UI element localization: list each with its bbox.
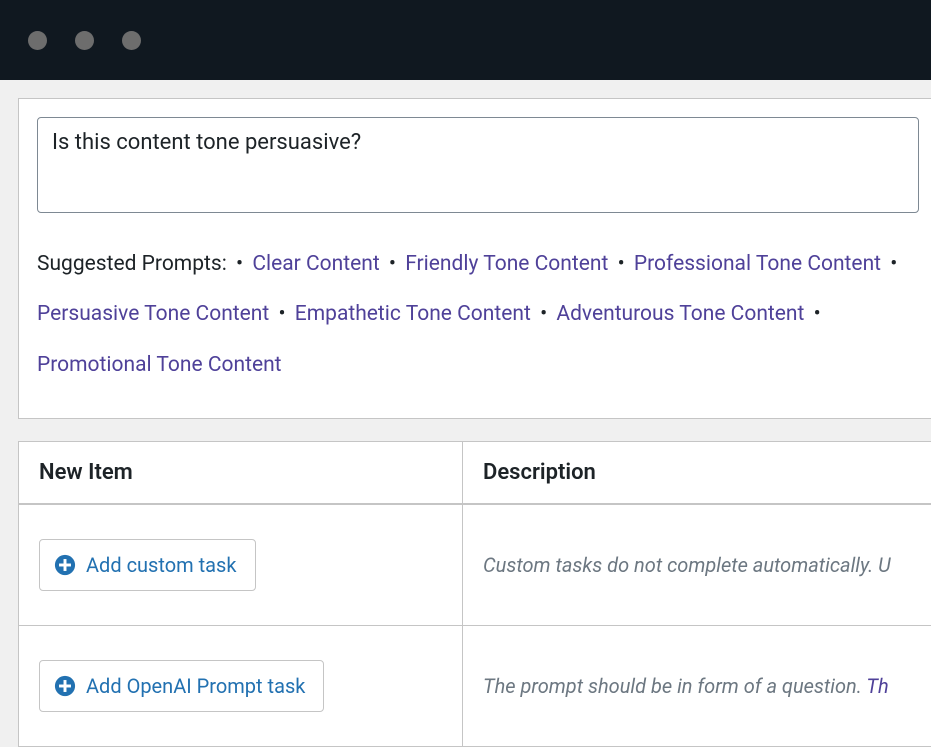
button-label: Add custom task <box>86 553 237 577</box>
prompt-panel: Suggested Prompts: • Clear Content • Fri… <box>18 98 931 419</box>
window-dot <box>28 31 47 50</box>
prompt-link[interactable]: Friendly Tone Content <box>405 252 608 276</box>
plus-circle-icon <box>54 554 76 576</box>
plus-circle-icon <box>54 675 76 697</box>
table-header-row: New Item Description <box>19 442 931 505</box>
bullet: • <box>236 252 248 276</box>
table-cell-description: The prompt should be in form of a questi… <box>463 626 931 746</box>
tasks-table: New Item Description Add custom task Cus… <box>18 441 931 747</box>
suggested-label: Suggested Prompts: <box>37 252 227 276</box>
bullet: • <box>389 252 401 276</box>
table-header-new-item: New Item <box>19 442 463 504</box>
bullet: • <box>279 302 291 326</box>
window-titlebar <box>0 0 931 80</box>
content-area: Suggested Prompts: • Clear Content • Fri… <box>0 80 931 747</box>
description-text: The prompt should be in form of a questi… <box>483 674 889 698</box>
bullet: • <box>890 252 897 276</box>
add-custom-task-button[interactable]: Add custom task <box>39 539 256 591</box>
table-row: Add custom task Custom tasks do not comp… <box>19 505 931 626</box>
prompt-link[interactable]: Adventurous Tone Content <box>556 302 804 326</box>
bullet: • <box>540 302 552 326</box>
prompt-link[interactable]: Promotional Tone Content <box>37 353 282 377</box>
prompt-link[interactable]: Empathetic Tone Content <box>295 302 531 326</box>
table-cell-description: Custom tasks do not complete automatical… <box>463 505 931 625</box>
description-text: Custom tasks do not complete automatical… <box>483 553 891 577</box>
prompt-link[interactable]: Persuasive Tone Content <box>37 302 269 326</box>
bullet: • <box>618 252 630 276</box>
window-dot <box>122 31 141 50</box>
prompt-link[interactable]: Clear Content <box>252 252 379 276</box>
add-openai-prompt-task-button[interactable]: Add OpenAI Prompt task <box>39 660 324 712</box>
table-header-description: Description <box>463 442 931 504</box>
suggested-prompts: Suggested Prompts: • Clear Content • Fri… <box>37 239 919 390</box>
button-label: Add OpenAI Prompt task <box>86 674 305 698</box>
bullet: • <box>814 302 821 326</box>
prompt-textarea[interactable] <box>37 117 919 213</box>
table-cell-action: Add custom task <box>19 505 463 625</box>
prompt-link[interactable]: Professional Tone Content <box>634 252 881 276</box>
table-cell-action: Add OpenAI Prompt task <box>19 626 463 746</box>
table-row: Add OpenAI Prompt task The prompt should… <box>19 626 931 746</box>
window-dot <box>75 31 94 50</box>
